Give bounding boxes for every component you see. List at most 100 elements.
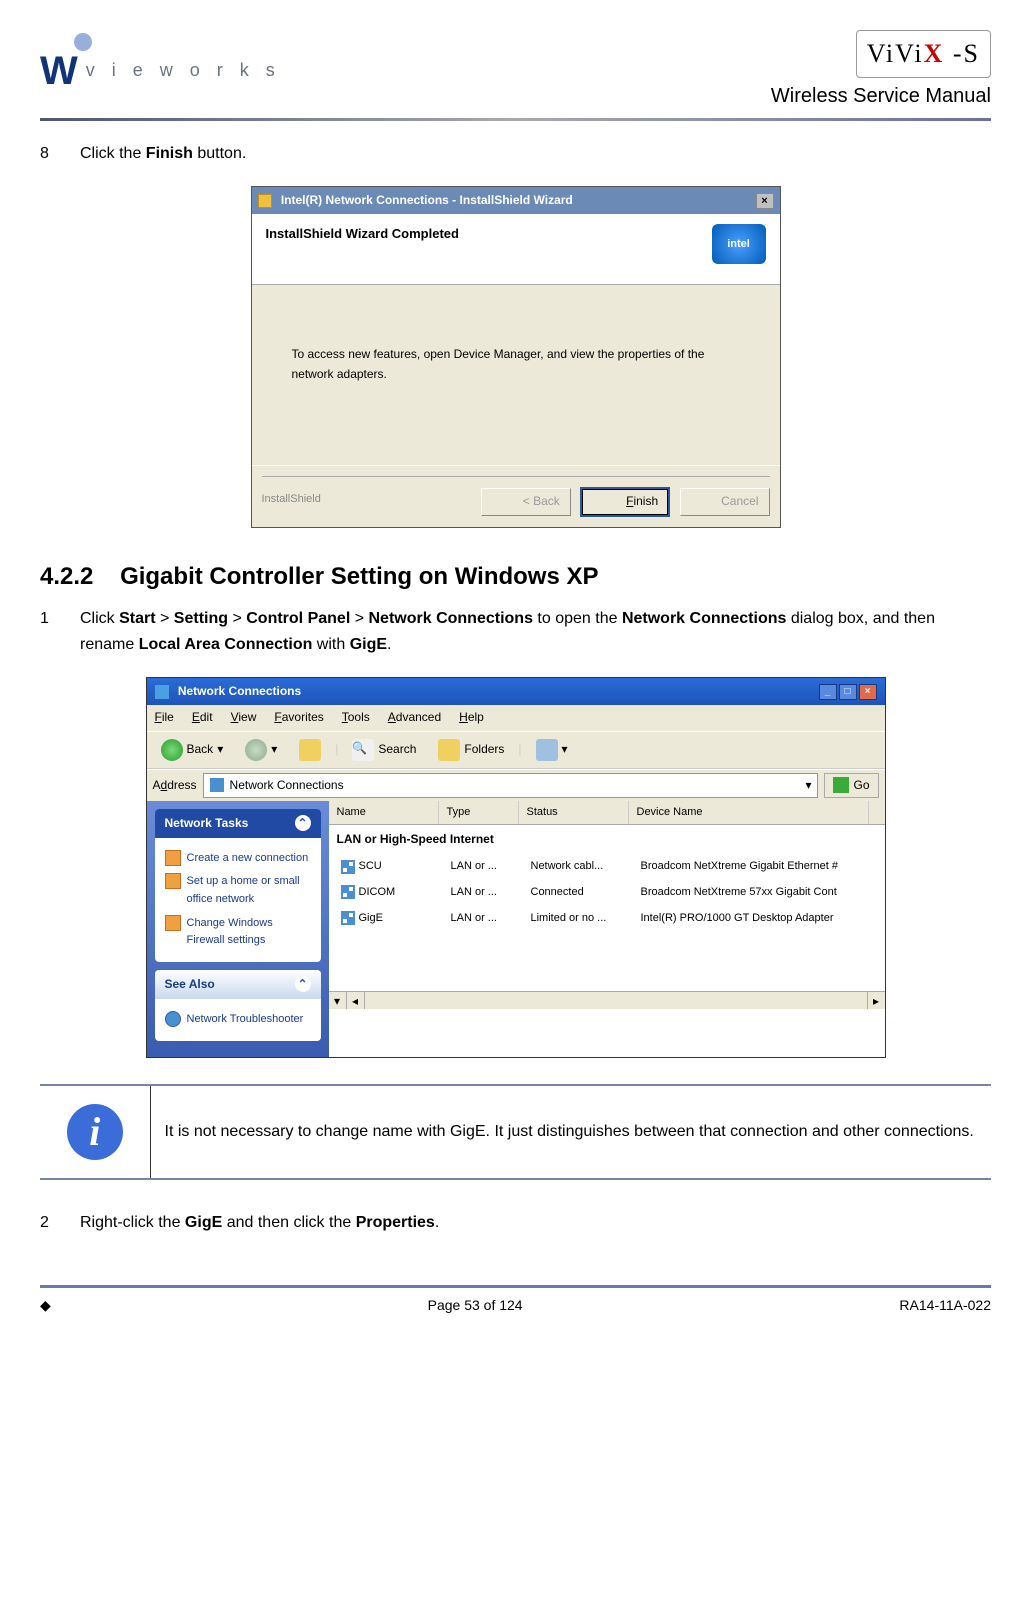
see-also-item[interactable]: Network Troubleshooter	[165, 1011, 311, 1029]
scroll-right-icon[interactable]: ▸	[867, 992, 885, 1009]
task-icon	[165, 915, 181, 931]
network-icon	[210, 778, 224, 792]
window-buttons: _ □ ×	[819, 684, 877, 700]
step-1: 1 Click Start > Setting > Control Panel …	[40, 606, 991, 657]
scroll-down-icon[interactable]: ▾	[329, 992, 347, 1009]
step-text: Click Start > Setting > Control Panel > …	[80, 606, 991, 657]
connections-list: SCULAN or ...Network cabl...Broadcom Net…	[329, 854, 885, 931]
group-header: LAN or High-Speed Internet	[329, 825, 885, 854]
menu-tools[interactable]: Tools	[342, 708, 370, 727]
task-item[interactable]: Set up a home or small office network	[165, 873, 311, 908]
finish-button[interactable]: Finish	[580, 487, 670, 516]
address-bar: Address Network Connections ▾ Go	[147, 769, 885, 801]
forward-arrow-icon	[245, 739, 267, 761]
cancel-button[interactable]: Cancel	[680, 488, 770, 515]
network-connections-window: Network Connections _ □ × File Edit View Fa…	[146, 677, 886, 1058]
brand-letters: v i e w o r k s	[86, 56, 281, 85]
address-field[interactable]: Network Connections ▾	[203, 773, 819, 798]
step-number: 8	[40, 141, 60, 167]
dropdown-icon: ▾	[562, 740, 568, 759]
go-button[interactable]: Go	[824, 773, 878, 798]
menu-favorites[interactable]: Favorites	[274, 708, 323, 727]
window-titlebar: Network Connections _ □ ×	[147, 678, 885, 705]
menu-file[interactable]: File	[155, 708, 174, 727]
installer-icon	[258, 194, 272, 208]
dialog-header: InstallShield Wizard Completed intel	[252, 214, 780, 285]
dropdown-icon: ▾	[271, 740, 277, 759]
menu-advanced[interactable]: Advanced	[388, 708, 441, 727]
close-icon[interactable]: ×	[756, 193, 774, 209]
back-button[interactable]: Back ▾	[153, 736, 232, 764]
close-icon[interactable]: ×	[859, 684, 877, 700]
minimize-icon[interactable]: _	[819, 684, 837, 700]
folders-icon	[438, 739, 460, 761]
task-item[interactable]: Change Windows Firewall settings	[165, 915, 311, 950]
page-header: W v i e w o r k s ViViX -S Wireless Serv…	[40, 30, 991, 121]
dropdown-icon: ▾	[217, 740, 223, 759]
header-right: ViViX -S Wireless Service Manual	[771, 30, 991, 112]
network-tasks-header[interactable]: Network Tasks ⌃	[155, 809, 321, 838]
task-item[interactable]: Create a new connection	[165, 850, 311, 868]
connection-icon	[341, 860, 355, 874]
step-text: Right-click the GigE and then click the …	[80, 1210, 991, 1236]
task-icon	[165, 873, 181, 889]
scrollbar-bottom[interactable]: ▾ ◂ ▸	[329, 991, 885, 1009]
maximize-icon[interactable]: □	[839, 684, 857, 700]
scroll-left-icon[interactable]: ◂	[347, 992, 365, 1009]
search-icon: 🔍	[352, 739, 374, 761]
see-also-list: Network Troubleshooter	[155, 999, 321, 1041]
info-small-icon	[165, 1011, 181, 1027]
page-footer: ◆ Page 53 of 124 RA14-11A-022	[40, 1285, 991, 1316]
network-tasks-box: Network Tasks ⌃ Create a new connection S…	[155, 809, 321, 962]
back-button[interactable]: < Back	[481, 488, 571, 515]
vieworks-logo: W v i e w o r k s	[40, 39, 281, 103]
dialog-footer: < Back Finish Cancel	[252, 465, 780, 526]
dialog-body: To access new features, open Device Mana…	[252, 285, 780, 465]
collapse-icon: ⌃	[295, 976, 311, 992]
column-header[interactable]: Device Name	[629, 801, 869, 825]
dialog-title: Intel(R) Network Connections - InstallSh…	[258, 191, 573, 210]
side-panel: Network Tasks ⌃ Create a new connection S…	[147, 801, 329, 1057]
intel-logo-icon: intel	[712, 224, 766, 264]
dialog-heading: InstallShield Wizard Completed	[266, 224, 459, 245]
step-number: 1	[40, 606, 60, 657]
connection-icon	[341, 885, 355, 899]
step-text: Click the Finish button.	[80, 141, 991, 167]
menu-view[interactable]: View	[231, 708, 257, 727]
menu-edit[interactable]: Edit	[192, 708, 213, 727]
column-headers: NameTypeStatusDevice Name	[329, 801, 885, 826]
info-icon: i	[67, 1104, 123, 1160]
info-note: i It is not necessary to change name wit…	[40, 1084, 991, 1180]
doc-title: Wireless Service Manual	[771, 80, 991, 112]
column-header[interactable]: Name	[329, 801, 439, 825]
main-area: Network Tasks ⌃ Create a new connection S…	[147, 801, 885, 1057]
step-2: 2 Right-click the GigE and then click th…	[40, 1210, 991, 1236]
views-button[interactable]: ▾	[528, 736, 576, 764]
menu-help[interactable]: Help	[459, 708, 484, 727]
section-title: Gigabit Controller Setting on Windows XP	[120, 563, 598, 590]
forward-button[interactable]: ▾	[237, 736, 285, 764]
connection-row[interactable]: DICOMLAN or ...ConnectedBroadcom NetXtre…	[329, 880, 885, 906]
views-icon	[536, 739, 558, 761]
see-also-header[interactable]: See Also ⌃	[155, 970, 321, 999]
connection-row[interactable]: SCULAN or ...Network cabl...Broadcom Net…	[329, 854, 885, 880]
step-8: 8 Click the Finish button.	[40, 141, 991, 167]
search-button[interactable]: 🔍 Search	[344, 736, 424, 764]
column-header[interactable]: Type	[439, 801, 519, 825]
network-icon	[155, 685, 169, 699]
info-text: It is not necessary to change name with …	[150, 1085, 991, 1179]
up-button[interactable]	[291, 736, 329, 764]
doc-id: RA14-11A-022	[899, 1294, 991, 1316]
dialog-body-text: To access new features, open Device Mana…	[292, 347, 705, 380]
folders-button[interactable]: Folders	[430, 736, 512, 764]
connection-icon	[341, 911, 355, 925]
footer-spacer: ◆	[40, 1294, 51, 1316]
window-title: Network Connections	[155, 682, 302, 701]
column-header[interactable]: Status	[519, 801, 629, 825]
step-number: 2	[40, 1210, 60, 1236]
section-number: 4.2.2	[40, 558, 93, 596]
dropdown-icon[interactable]: ▾	[805, 776, 811, 795]
connection-row[interactable]: GigELAN or ...Limited or no ...Intel(R) …	[329, 906, 885, 932]
task-icon	[165, 850, 181, 866]
back-arrow-icon	[161, 739, 183, 761]
